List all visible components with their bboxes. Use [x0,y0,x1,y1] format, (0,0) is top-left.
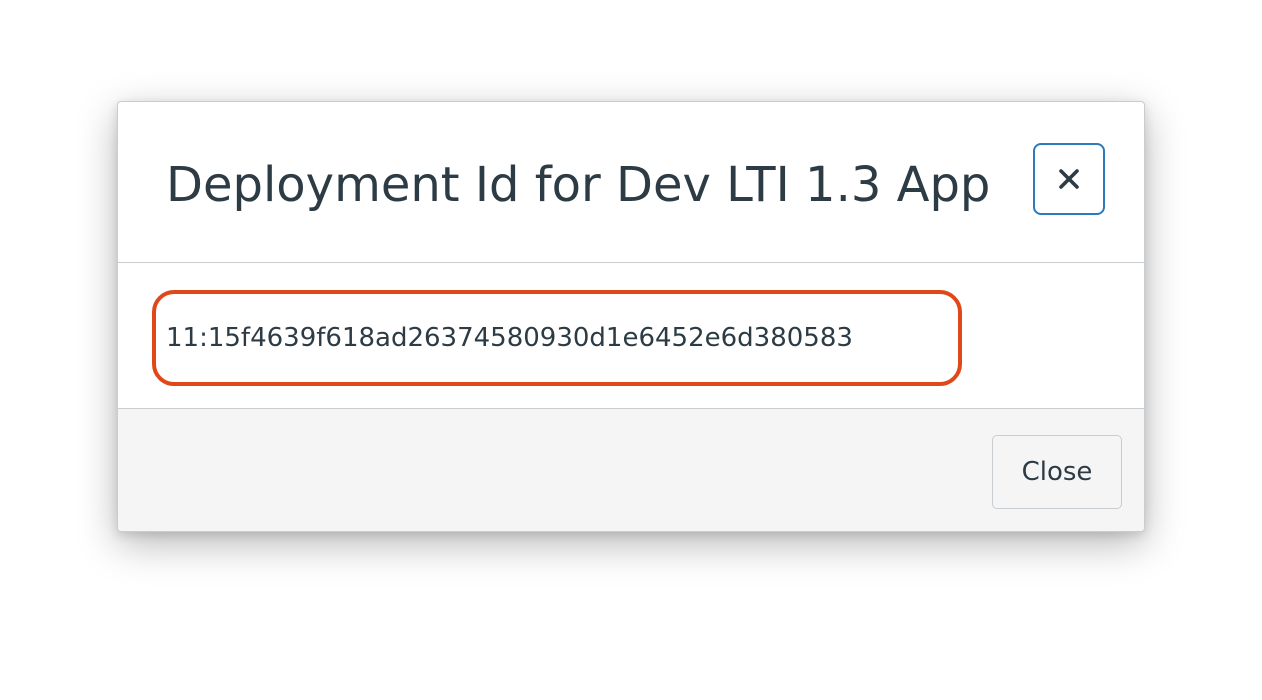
dialog-footer: Close [118,408,1144,531]
deployment-id-dialog: Deployment Id for Dev LTI 1.3 App 11:15f… [117,101,1145,532]
dialog-body: 11:15f4639f618ad26374580930d1e6452e6d380… [118,263,1144,409]
dialog-title: Deployment Id for Dev LTI 1.3 App [166,157,991,213]
dialog-close-x-button[interactable] [1033,143,1105,215]
deployment-id-value: 11:15f4639f618ad26374580930d1e6452e6d380… [166,323,853,353]
close-icon [1058,168,1080,190]
close-button[interactable]: Close [992,435,1122,509]
dialog-header: Deployment Id for Dev LTI 1.3 App [118,102,1144,263]
